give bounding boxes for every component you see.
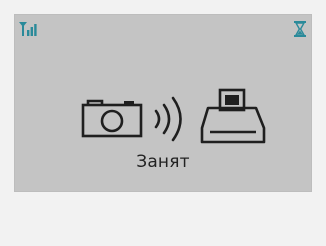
device-frame: Занят [0, 0, 326, 246]
status-label: Занят [136, 152, 190, 172]
wireless-waves-icon [154, 96, 182, 142]
status-screen: Занят [14, 14, 312, 192]
camera-icon [81, 99, 143, 138]
printer-icon [200, 88, 266, 144]
